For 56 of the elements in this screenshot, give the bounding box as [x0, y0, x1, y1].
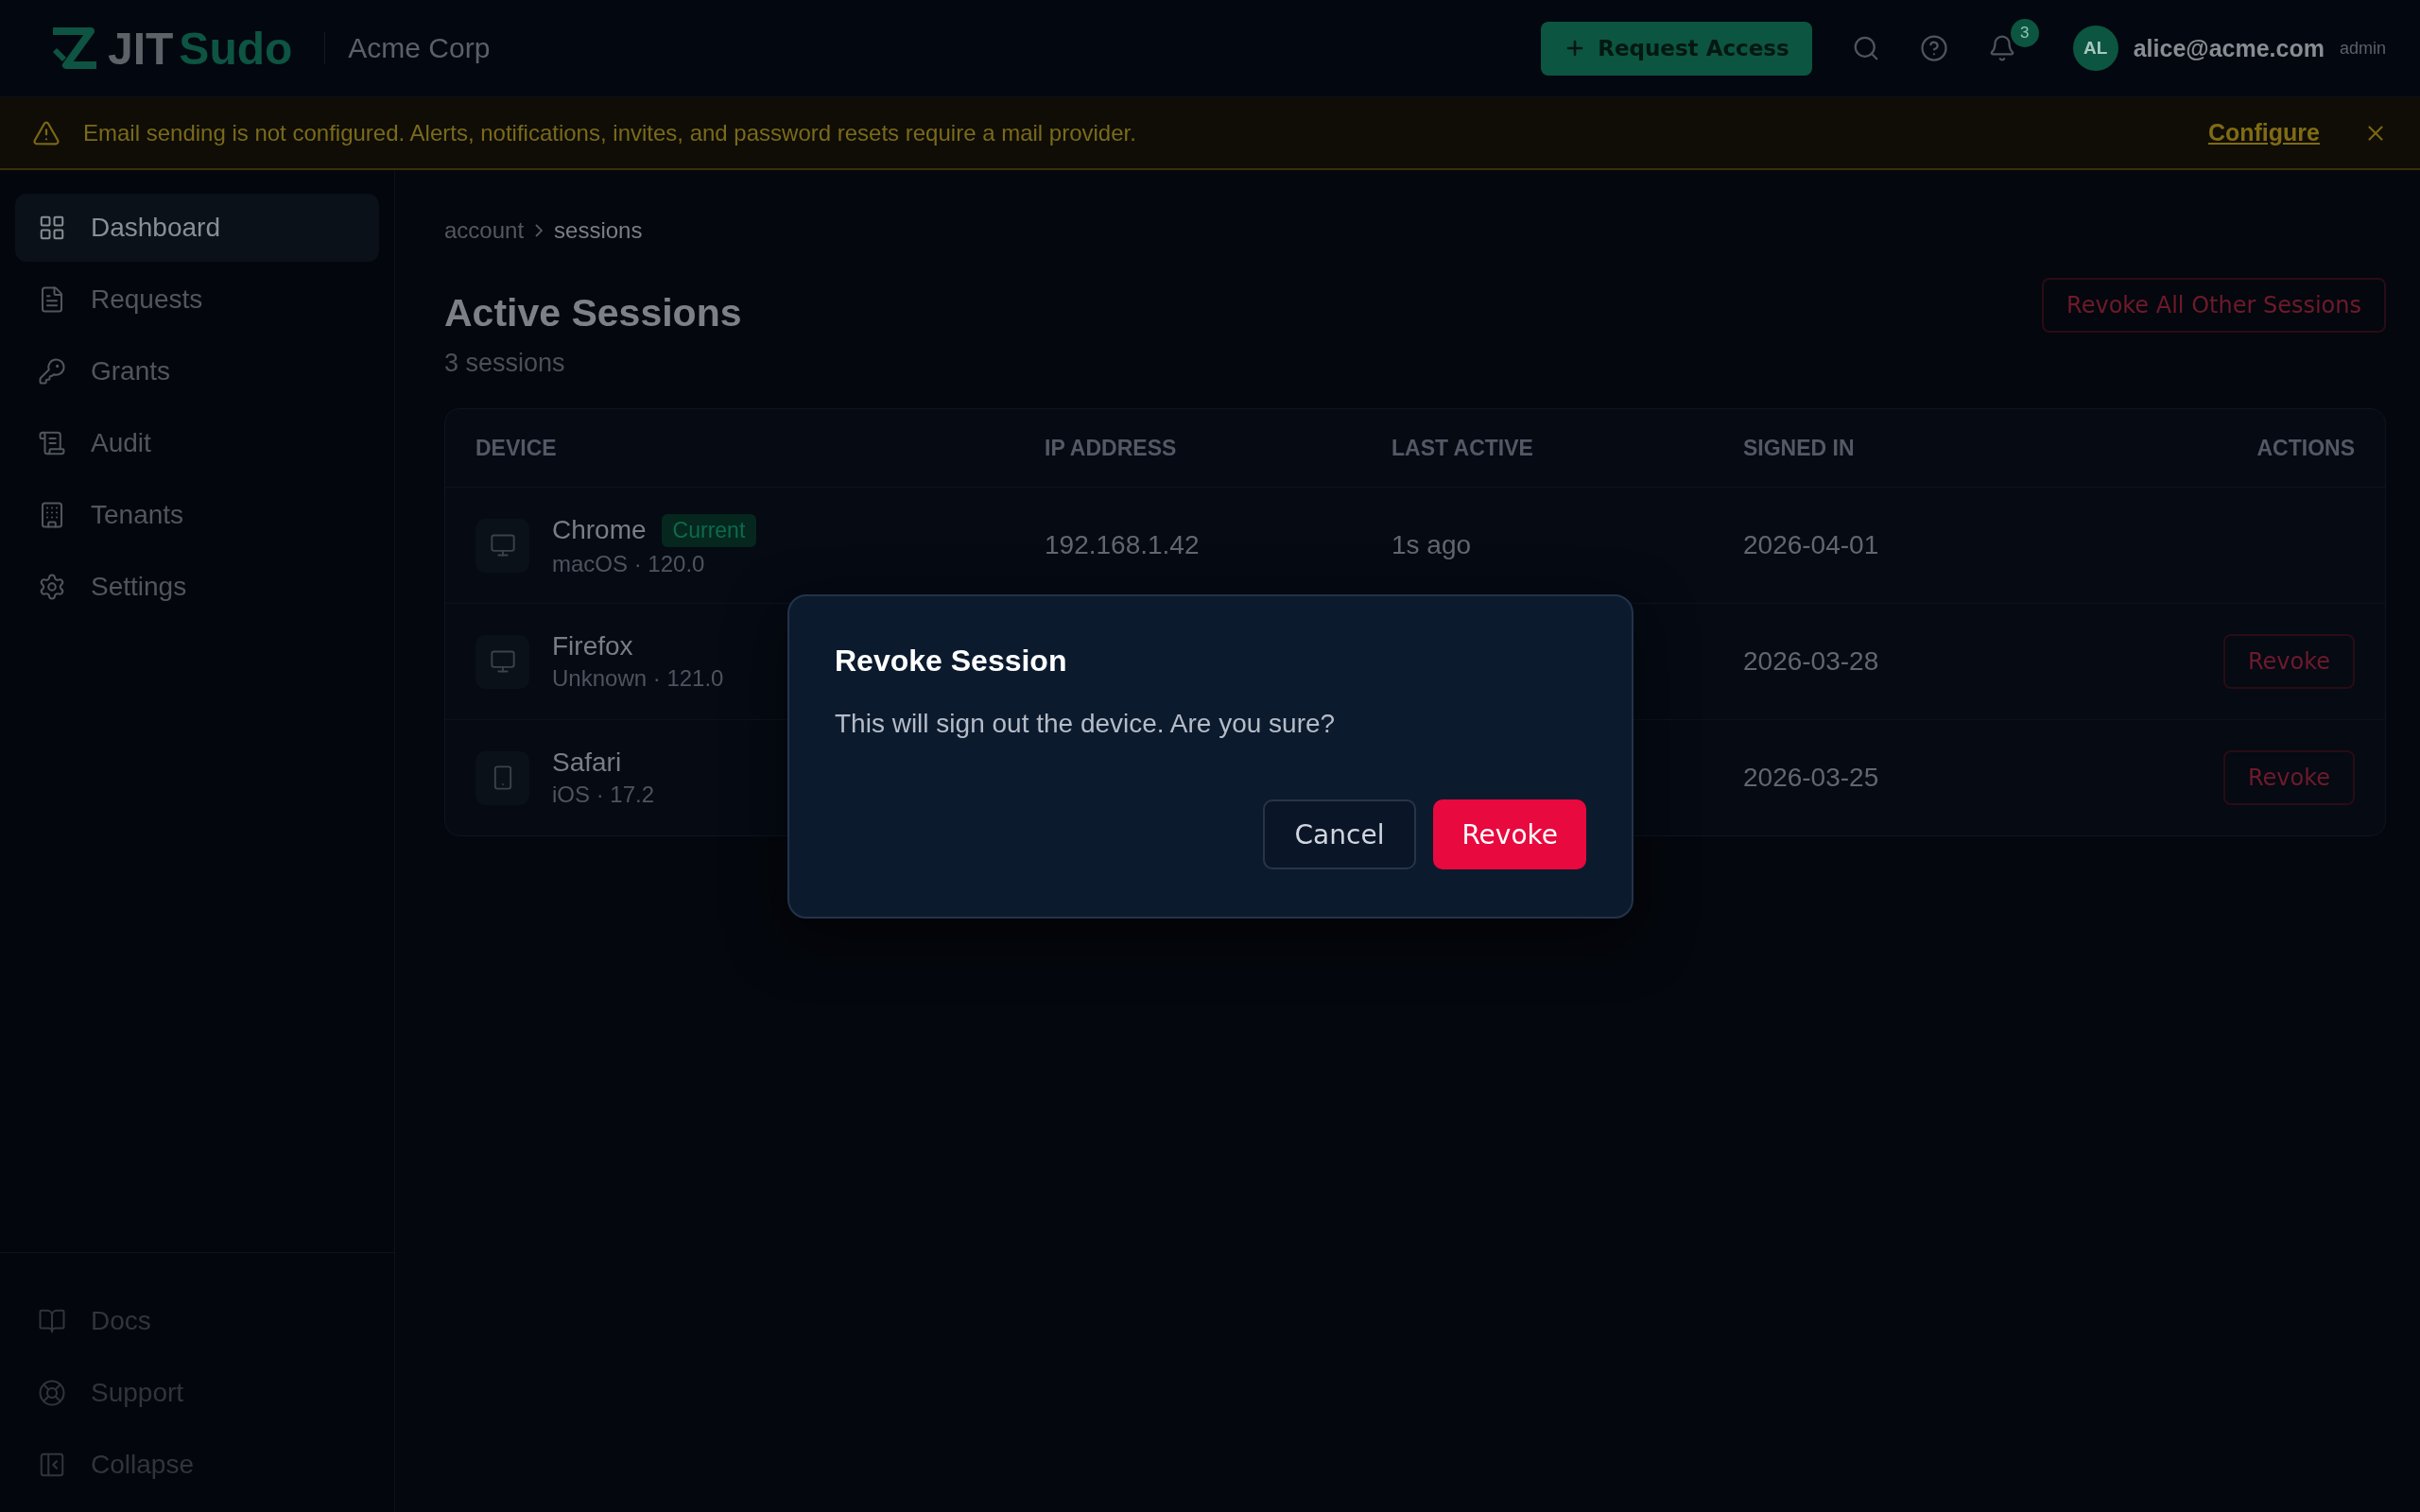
chevron-icon: [535, 224, 544, 237]
breadcrumb-link[interactable]: account: [444, 217, 525, 244]
logo-text: JIT: [108, 22, 174, 75]
grid-icon: [38, 214, 66, 242]
page-title: Active Sessions: [444, 291, 742, 335]
logo-text: Sudo: [179, 22, 293, 75]
device-detail: macOS · 120.0: [552, 550, 706, 577]
user-avatar[interactable]: AL: [2072, 26, 2118, 71]
table-cell: 1s ago: [1392, 530, 1472, 560]
help-icon[interactable]: [1919, 34, 1948, 62]
dialog-title: Revoke Session: [835, 644, 1068, 679]
revoke-all-button[interactable]: Revoke All Other Sessions: [2042, 278, 2386, 333]
configure-link[interactable]: Configure: [2207, 119, 2320, 146]
device-name: Safari: [552, 747, 622, 778]
monitor-icon: [475, 518, 529, 573]
cancel-button[interactable]: Cancel: [1262, 799, 1417, 869]
revoke-button[interactable]: Revoke: [2222, 634, 2355, 689]
table-cell: 2026-03-28: [1743, 646, 1879, 677]
user-role: admin: [2339, 38, 2386, 59]
notification-count: 3: [2010, 19, 2039, 47]
revoke-button[interactable]: Revoke: [1433, 799, 1586, 869]
table-cell: 2026-04-01: [1743, 530, 1879, 560]
lifebuoy-icon: [38, 1379, 66, 1407]
device-name: Firefox: [552, 631, 633, 662]
monitor-icon: [475, 634, 529, 689]
sidebar-item[interactable]: Settings: [15, 553, 379, 621]
sidebar-item[interactable]: Dashboard: [15, 194, 379, 262]
sidebar-item[interactable]: Audit: [15, 409, 379, 477]
current-badge: Current: [661, 513, 757, 547]
column-header: IP ADDRESS: [1045, 434, 1178, 462]
device-name: Chrome: [552, 515, 647, 545]
phone-icon: [475, 750, 529, 805]
column-header: LAST ACTIVE: [1392, 434, 1534, 462]
panel-icon: [38, 1451, 66, 1479]
user-email: alice@acme.com: [2133, 34, 2325, 62]
sidebar-item[interactable]: Tenants: [15, 481, 379, 549]
device-detail: Unknown · 121.0: [552, 665, 724, 692]
dialog-message: This will sign out the device. Are you sure?: [835, 709, 1337, 739]
request-access-button[interactable]: Request Access: [1541, 21, 1812, 76]
column-header: DEVICE: [475, 434, 558, 462]
table-cell: 192.168.1.42: [1045, 530, 1200, 560]
revoke-button[interactable]: Revoke: [2222, 750, 2355, 805]
column-header: SIGNED IN: [1743, 434, 1856, 462]
column-header: ACTIONS: [2256, 434, 2355, 462]
table-cell: 2026-03-25: [1743, 763, 1879, 793]
scroll-icon: [38, 429, 66, 457]
sidebar-item[interactable]: Requests: [15, 266, 379, 334]
banner-message: Email sending is not configured. Alerts, notifications, invites, and password resets require a mail provider.: [83, 119, 1137, 146]
settings-icon: [38, 573, 66, 601]
sidebar-item[interactable]: Grants: [15, 337, 379, 405]
organization-name: Acme Corp: [324, 32, 491, 64]
session-count: 3 sessions: [444, 349, 566, 378]
key-icon: [38, 357, 66, 386]
device-detail: iOS · 17.2: [552, 782, 655, 808]
breadcrumb-link[interactable]: sessions: [554, 217, 643, 244]
book-icon: [38, 1307, 66, 1335]
